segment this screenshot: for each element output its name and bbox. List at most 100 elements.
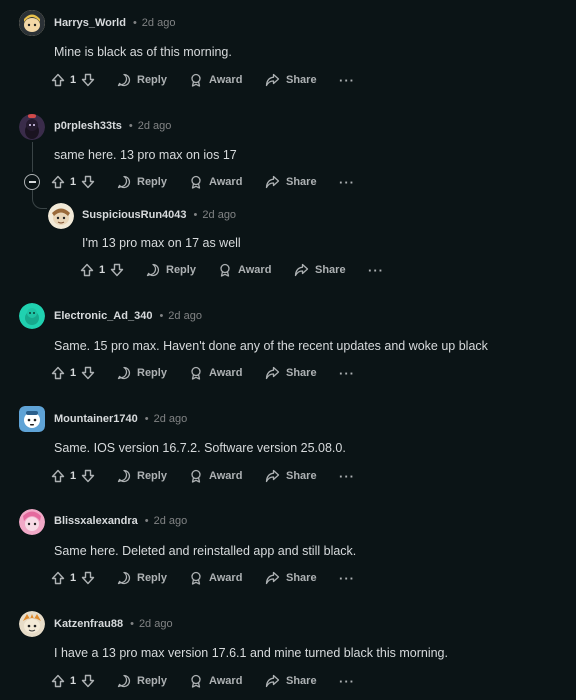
upvote-icon[interactable] [51, 175, 65, 189]
avatar[interactable] [48, 203, 74, 229]
more-options-button[interactable]: ··· [339, 366, 355, 381]
comment-text: same here. 13 pro max on ios 17 [54, 148, 237, 162]
downvote-icon[interactable] [81, 175, 95, 189]
share-label: Share [286, 176, 317, 188]
thread-line [32, 142, 33, 172]
award-label: Award [209, 176, 243, 188]
timestamp[interactable]: 2d ago [139, 618, 173, 630]
award-button[interactable]: Award [189, 175, 265, 189]
username[interactable]: Electronic_Ad_340 [54, 310, 152, 322]
more-options-button[interactable]: ··· [339, 175, 355, 190]
comment-bubble-icon [117, 469, 137, 483]
thread-connector [32, 190, 47, 209]
timestamp[interactable]: 2d ago [168, 310, 202, 322]
vote-count: 1 [70, 367, 77, 379]
comment-text: Mine is black as of this morning. [54, 45, 232, 59]
avatar[interactable] [19, 611, 45, 637]
collapse-thread-button[interactable] [24, 174, 40, 190]
downvote-icon[interactable] [81, 366, 95, 380]
comment-actions: 1 Reply Award Share ··· [80, 260, 384, 280]
separator-dot: • [144, 515, 149, 527]
avatar[interactable] [19, 509, 45, 535]
share-button[interactable]: Share [265, 73, 339, 87]
upvote-icon[interactable] [51, 571, 65, 585]
reply-button[interactable]: Reply [117, 469, 189, 483]
reply-button[interactable]: Reply [117, 175, 189, 189]
share-icon [265, 175, 286, 189]
username[interactable]: Katzenfrau88 [54, 618, 123, 630]
username[interactable]: SuspiciousRun4043 [82, 209, 187, 221]
reply-label: Reply [137, 572, 167, 584]
reply-button[interactable]: Reply [117, 73, 189, 87]
more-options-button[interactable]: ··· [368, 263, 384, 278]
more-options-button[interactable]: ··· [339, 469, 355, 484]
username[interactable]: Mountainer1740 [54, 413, 138, 425]
username[interactable]: Harrys_World [54, 17, 126, 29]
avatar[interactable] [19, 10, 45, 36]
award-button[interactable]: Award [189, 366, 265, 380]
vote-controls: 1 [51, 175, 117, 189]
award-label: Award [209, 74, 243, 86]
share-icon [265, 469, 286, 483]
timestamp[interactable]: 2d ago [142, 17, 176, 29]
downvote-icon[interactable] [81, 73, 95, 87]
comment-bubble-icon [117, 366, 137, 380]
timestamp[interactable]: 2d ago [138, 120, 172, 132]
avatar[interactable] [19, 114, 45, 140]
avatar[interactable] [19, 303, 45, 329]
share-label: Share [286, 367, 317, 379]
share-button[interactable]: Share [265, 175, 339, 189]
downvote-icon[interactable] [81, 469, 95, 483]
upvote-icon[interactable] [51, 366, 65, 380]
separator-dot: • [193, 209, 198, 221]
share-button[interactable]: Share [265, 571, 339, 585]
timestamp[interactable]: 2d ago [154, 515, 188, 527]
downvote-icon[interactable] [110, 263, 124, 277]
vote-count: 1 [70, 74, 77, 86]
separator-dot: • [144, 413, 149, 425]
comment-actions: 1 Reply Award Share ··· [51, 568, 355, 588]
share-icon [294, 263, 315, 277]
upvote-icon[interactable] [80, 263, 94, 277]
timestamp[interactable]: 2d ago [202, 209, 236, 221]
comment-bubble-icon [117, 175, 137, 189]
award-icon [189, 571, 209, 585]
more-options-icon: ··· [339, 570, 355, 586]
timestamp[interactable]: 2d ago [154, 413, 188, 425]
share-button[interactable]: Share [265, 674, 339, 688]
downvote-icon[interactable] [81, 571, 95, 585]
separator-dot: • [159, 310, 164, 322]
share-button[interactable]: Share [294, 263, 368, 277]
comment-bubble-icon [117, 674, 137, 688]
award-button[interactable]: Award [189, 571, 265, 585]
award-icon [189, 73, 209, 87]
award-button[interactable]: Award [189, 674, 265, 688]
avatar[interactable] [19, 406, 45, 432]
award-icon [218, 263, 238, 277]
username[interactable]: Blissxalexandra [54, 515, 138, 527]
comment-bubble-icon [117, 73, 137, 87]
upvote-icon[interactable] [51, 674, 65, 688]
share-icon [265, 73, 286, 87]
vote-controls: 1 [51, 366, 117, 380]
reply-button[interactable]: Reply [117, 674, 189, 688]
award-button[interactable]: Award [189, 73, 265, 87]
share-button[interactable]: Share [265, 469, 339, 483]
comment-text: I have a 13 pro max version 17.6.1 and m… [54, 646, 448, 660]
reply-button[interactable]: Reply [117, 571, 189, 585]
more-options-button[interactable]: ··· [339, 73, 355, 88]
more-options-button[interactable]: ··· [339, 571, 355, 586]
downvote-icon[interactable] [81, 674, 95, 688]
share-button[interactable]: Share [265, 366, 339, 380]
vote-count: 1 [70, 675, 77, 687]
upvote-icon[interactable] [51, 73, 65, 87]
reply-button[interactable]: Reply [146, 263, 218, 277]
reply-label: Reply [137, 176, 167, 188]
reply-button[interactable]: Reply [117, 366, 189, 380]
username[interactable]: p0rplesh33ts [54, 120, 122, 132]
upvote-icon[interactable] [51, 469, 65, 483]
award-button[interactable]: Award [218, 263, 294, 277]
award-button[interactable]: Award [189, 469, 265, 483]
more-options-button[interactable]: ··· [339, 674, 355, 689]
reply-label: Reply [166, 264, 196, 276]
